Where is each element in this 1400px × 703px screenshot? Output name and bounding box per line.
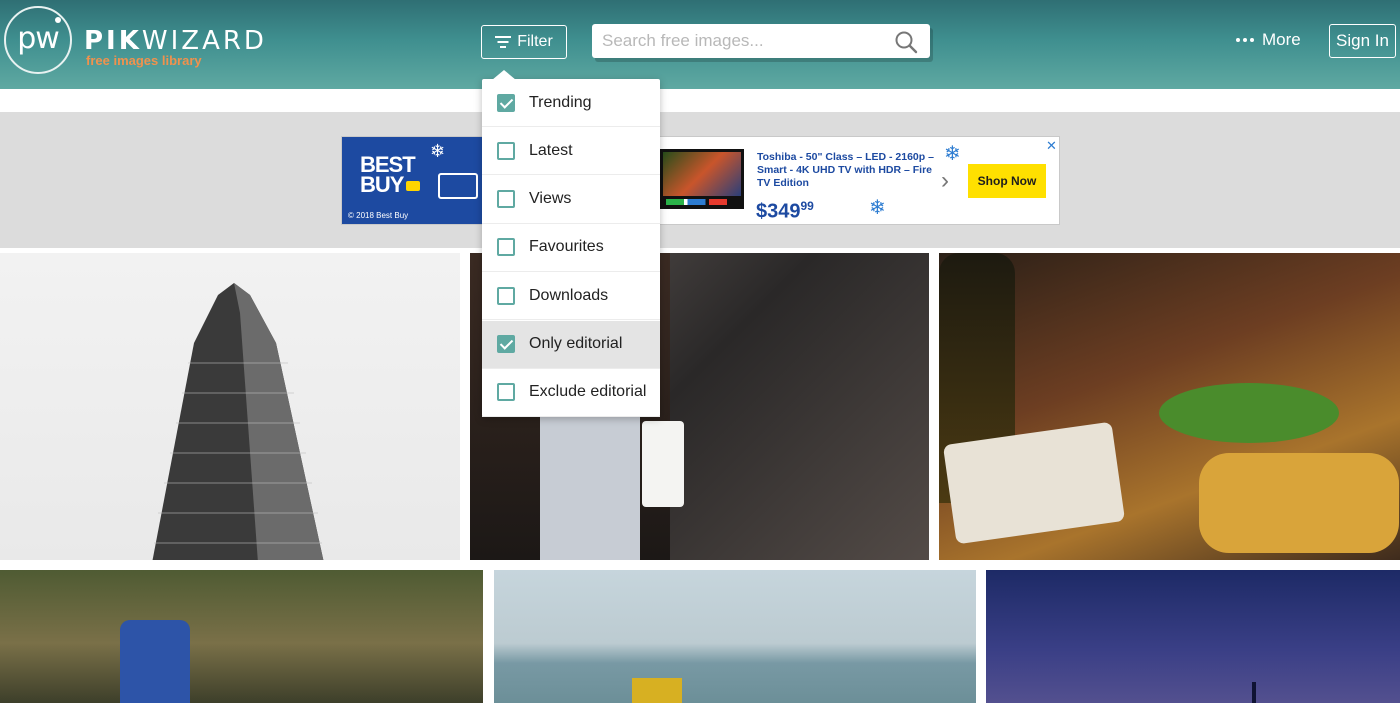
ad-price-cents: 99 xyxy=(800,199,814,213)
price-tag-icon xyxy=(406,181,420,191)
photo-dirt-bike-rider[interactable] xyxy=(0,570,483,703)
snowflake-icon: ❄ xyxy=(430,141,446,161)
close-icon[interactable]: ✕ xyxy=(1046,138,1057,154)
ad-price: $34999 xyxy=(756,199,814,224)
filter-dropdown-menu: Trending Latest Views Favourites Downloads On… xyxy=(482,70,660,417)
logo-sparkle-icon xyxy=(55,17,61,23)
advertisement-banner[interactable]: BEST BUY ❄ © 2018 Best Buy Toshiba - 50"… xyxy=(341,136,1060,225)
sign-in-button[interactable]: Sign In xyxy=(1329,24,1396,58)
filter-option[interactable]: Favourites xyxy=(482,224,660,272)
filter-option[interactable]: Downloads xyxy=(482,272,660,321)
photo-city-night-sky[interactable] xyxy=(986,570,1400,703)
search-input[interactable] xyxy=(602,24,882,58)
more-label: More xyxy=(1262,30,1301,49)
photo-flatiron-building[interactable] xyxy=(0,253,460,560)
filter-option[interactable]: Latest xyxy=(482,127,660,176)
brand-name[interactable]: PIKWIZARD xyxy=(84,26,267,56)
tv-product-image xyxy=(660,149,744,209)
ad-copyright: © 2018 Best Buy xyxy=(348,211,409,220)
filter-button[interactable]: Filter xyxy=(481,25,567,59)
flatiron-building-illustration xyxy=(152,283,324,560)
brand-name-bold: PIK xyxy=(84,26,142,56)
three-dots-icon xyxy=(1236,38,1254,42)
filter-option[interactable]: Only editorial xyxy=(482,320,660,369)
checkbox-icon[interactable] xyxy=(497,190,515,209)
checkbox-icon[interactable] xyxy=(497,238,515,257)
photo-food-platter-beer[interactable] xyxy=(939,253,1400,560)
ad-product-description: Toshiba - 50" Class – LED - 2160p – Smar… xyxy=(757,151,934,189)
ad-price-main: $349 xyxy=(756,200,801,223)
photo-beach-tractor[interactable] xyxy=(494,570,976,703)
snowflake-icon: ❄ xyxy=(869,197,886,219)
site-header: pw PIKWIZARD free images library Filter … xyxy=(0,0,1400,89)
delivery-truck-icon xyxy=(438,173,478,199)
checkbox-icon[interactable] xyxy=(497,141,515,160)
filter-button-label: Filter xyxy=(517,33,553,50)
tractor-shape xyxy=(632,678,682,703)
filter-option[interactable]: Exclude editorial xyxy=(482,369,660,417)
checkbox-icon[interactable] xyxy=(497,93,515,112)
logo-mark[interactable]: pw xyxy=(4,6,72,74)
checkbox-icon[interactable] xyxy=(497,335,515,353)
filter-option-label: Trending xyxy=(529,93,592,111)
snowflake-icon: ❄ xyxy=(944,143,961,165)
logo-mark-text: pw xyxy=(17,20,60,56)
salad-shape xyxy=(1159,383,1339,443)
potatoes-shape xyxy=(1199,453,1399,553)
rider-shape xyxy=(120,620,190,703)
search-box xyxy=(592,24,930,58)
brand-tagline: free images library xyxy=(86,53,202,68)
filter-option-label: Views xyxy=(529,190,572,208)
checkbox-icon[interactable] xyxy=(497,286,515,305)
more-menu-button[interactable]: More xyxy=(1236,30,1301,50)
filter-option-label: Latest xyxy=(529,141,573,159)
tower-silhouette xyxy=(1252,682,1256,703)
filter-option-label: Favourites xyxy=(529,238,604,256)
chevron-right-icon[interactable]: › xyxy=(941,167,949,195)
checkbox-icon[interactable] xyxy=(497,383,515,402)
filter-option-label: Exclude editorial xyxy=(529,383,647,401)
filter-option[interactable]: Trending xyxy=(482,79,660,127)
ad-brand-panel: BEST BUY ❄ © 2018 Best Buy xyxy=(342,137,484,224)
filter-option-label: Downloads xyxy=(529,286,609,304)
shop-now-button[interactable]: Shop Now xyxy=(968,164,1046,198)
filter-option-label: Only editorial xyxy=(529,335,623,352)
shirt-shape xyxy=(540,413,640,560)
filter-option[interactable]: Views xyxy=(482,176,660,224)
brand-name-light: WIZARD xyxy=(141,26,267,56)
filter-lines-icon xyxy=(495,36,512,48)
coffee-cup-icon xyxy=(642,421,684,507)
search-icon[interactable] xyxy=(894,30,918,54)
